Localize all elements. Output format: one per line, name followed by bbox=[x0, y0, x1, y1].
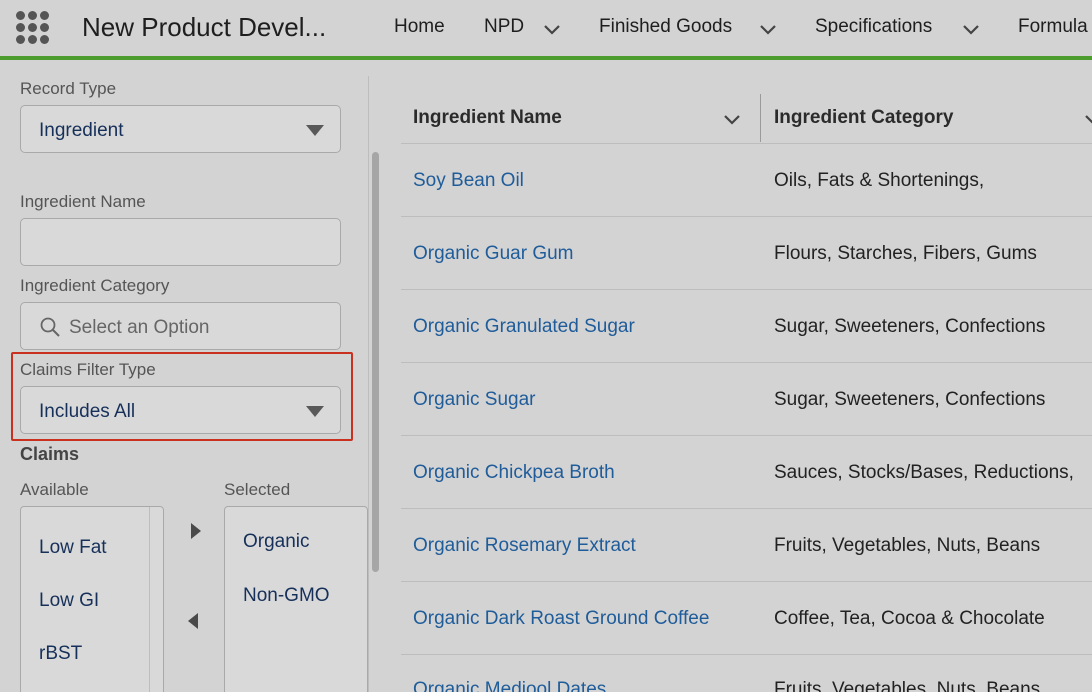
ingredient-category-cell: Sugar, Sweeteners, Confections bbox=[774, 389, 1046, 410]
claims-filter-type-label: Claims Filter Type bbox=[20, 360, 156, 379]
ingredient-category-cell: Sugar, Sweeteners, Confections bbox=[774, 316, 1046, 337]
ingredient-category-combobox[interactable]: Select an Option bbox=[20, 302, 341, 350]
ingredient-category-cell: Fruits, Vegetables, Nuts, Beans bbox=[774, 679, 1041, 692]
chevron-down-icon[interactable] bbox=[757, 18, 779, 40]
ingredient-name-link[interactable]: Organic Sugar bbox=[413, 389, 536, 411]
dropdown-caret-icon bbox=[306, 406, 324, 417]
move-right-arrow-icon[interactable] bbox=[186, 521, 206, 541]
nav-item-specifications[interactable]: Specifications bbox=[815, 16, 932, 38]
chevron-down-icon[interactable] bbox=[960, 18, 982, 40]
nav-item-finished-goods[interactable]: Finished Goods bbox=[599, 16, 732, 38]
selected-claims-list[interactable]: Organic Non-GMO bbox=[224, 506, 368, 692]
column-header-ingredient-name[interactable]: Ingredient Name bbox=[413, 107, 562, 129]
ingredient-category-cell: Fruits, Vegetables, Nuts, Beans bbox=[774, 535, 1041, 556]
chevron-down-icon[interactable] bbox=[721, 108, 743, 130]
chevron-down-icon[interactable] bbox=[541, 18, 563, 40]
ingredient-category-placeholder: Select an Option bbox=[69, 317, 210, 338]
ingredient-category-label: Ingredient Category bbox=[20, 276, 170, 295]
row-divider bbox=[401, 508, 1092, 509]
available-list-scrollbar[interactable] bbox=[149, 507, 163, 692]
selected-claim-item[interactable]: Organic bbox=[243, 531, 310, 553]
row-divider bbox=[401, 581, 1092, 582]
ingredient-name-link[interactable]: Organic Medjool Dates bbox=[413, 679, 606, 692]
ingredient-category-cell: Flours, Starches, Fibers, Gums bbox=[774, 243, 1037, 264]
app-name: New Product Devel... bbox=[82, 12, 327, 42]
ingredient-name-link[interactable]: Soy Bean Oil bbox=[413, 170, 524, 192]
available-claims-list[interactable]: Low Fat Low GI rBST bbox=[20, 506, 164, 692]
ingredient-name-label: Ingredient Name bbox=[20, 192, 146, 211]
record-type-label: Record Type bbox=[20, 79, 117, 98]
filter-panel-scrollbar[interactable] bbox=[368, 76, 382, 692]
nav-item-npd[interactable]: NPD bbox=[484, 16, 524, 38]
record-type-value: Ingredient bbox=[39, 120, 124, 141]
ingredient-name-link[interactable]: Organic Guar Gum bbox=[413, 243, 574, 265]
claims-filter-type-select[interactable]: Includes All bbox=[20, 386, 341, 434]
chevron-down-icon[interactable] bbox=[1082, 108, 1092, 130]
selected-label: Selected bbox=[224, 480, 291, 499]
ingredient-name-link[interactable]: Organic Chickpea Broth bbox=[413, 462, 615, 484]
available-claim-item[interactable]: Low GI bbox=[39, 590, 99, 612]
ingredient-category-cell: Sauces, Stocks/Bases, Reductions, bbox=[774, 462, 1074, 483]
column-header-ingredient-category[interactable]: Ingredient Category bbox=[774, 107, 953, 129]
row-divider bbox=[401, 654, 1092, 655]
row-divider bbox=[401, 435, 1092, 436]
row-divider bbox=[401, 216, 1092, 217]
ingredient-name-input[interactable] bbox=[20, 218, 341, 266]
app-launcher-icon[interactable] bbox=[16, 11, 50, 45]
available-claim-item[interactable]: Low Fat bbox=[39, 537, 107, 559]
global-header: New Product Devel... Home NPD Finished G… bbox=[0, 0, 1092, 56]
search-icon bbox=[39, 316, 61, 338]
nav-item-formula[interactable]: Formula bbox=[1018, 16, 1088, 38]
ingredient-category-cell: Coffee, Tea, Cocoa & Chocolate bbox=[774, 608, 1045, 629]
available-label: Available bbox=[20, 480, 89, 499]
claims-title: Claims bbox=[20, 444, 80, 464]
selected-claim-item[interactable]: Non-GMO bbox=[243, 585, 330, 607]
filter-panel-scroll-thumb[interactable] bbox=[372, 152, 379, 572]
row-divider bbox=[401, 362, 1092, 363]
row-divider bbox=[401, 143, 1092, 144]
move-left-arrow-icon[interactable] bbox=[184, 611, 204, 631]
ingredient-name-link[interactable]: Organic Granulated Sugar bbox=[413, 316, 635, 338]
ingredient-category-cell: Oils, Fats & Shortenings, bbox=[774, 170, 985, 191]
nav-item-home[interactable]: Home bbox=[394, 16, 445, 38]
ingredient-name-link[interactable]: Organic Rosemary Extract bbox=[413, 535, 636, 557]
ingredients-table: Ingredient Name Ingredient Category Soy … bbox=[383, 60, 1092, 692]
ingredient-name-link[interactable]: Organic Dark Roast Ground Coffee bbox=[413, 608, 709, 630]
row-divider bbox=[401, 289, 1092, 290]
record-type-select[interactable]: Ingredient bbox=[20, 105, 341, 153]
dropdown-caret-icon bbox=[306, 125, 324, 136]
column-divider[interactable] bbox=[760, 94, 761, 142]
claims-filter-type-value: Includes All bbox=[39, 401, 136, 422]
available-claim-item[interactable]: rBST bbox=[39, 643, 82, 665]
